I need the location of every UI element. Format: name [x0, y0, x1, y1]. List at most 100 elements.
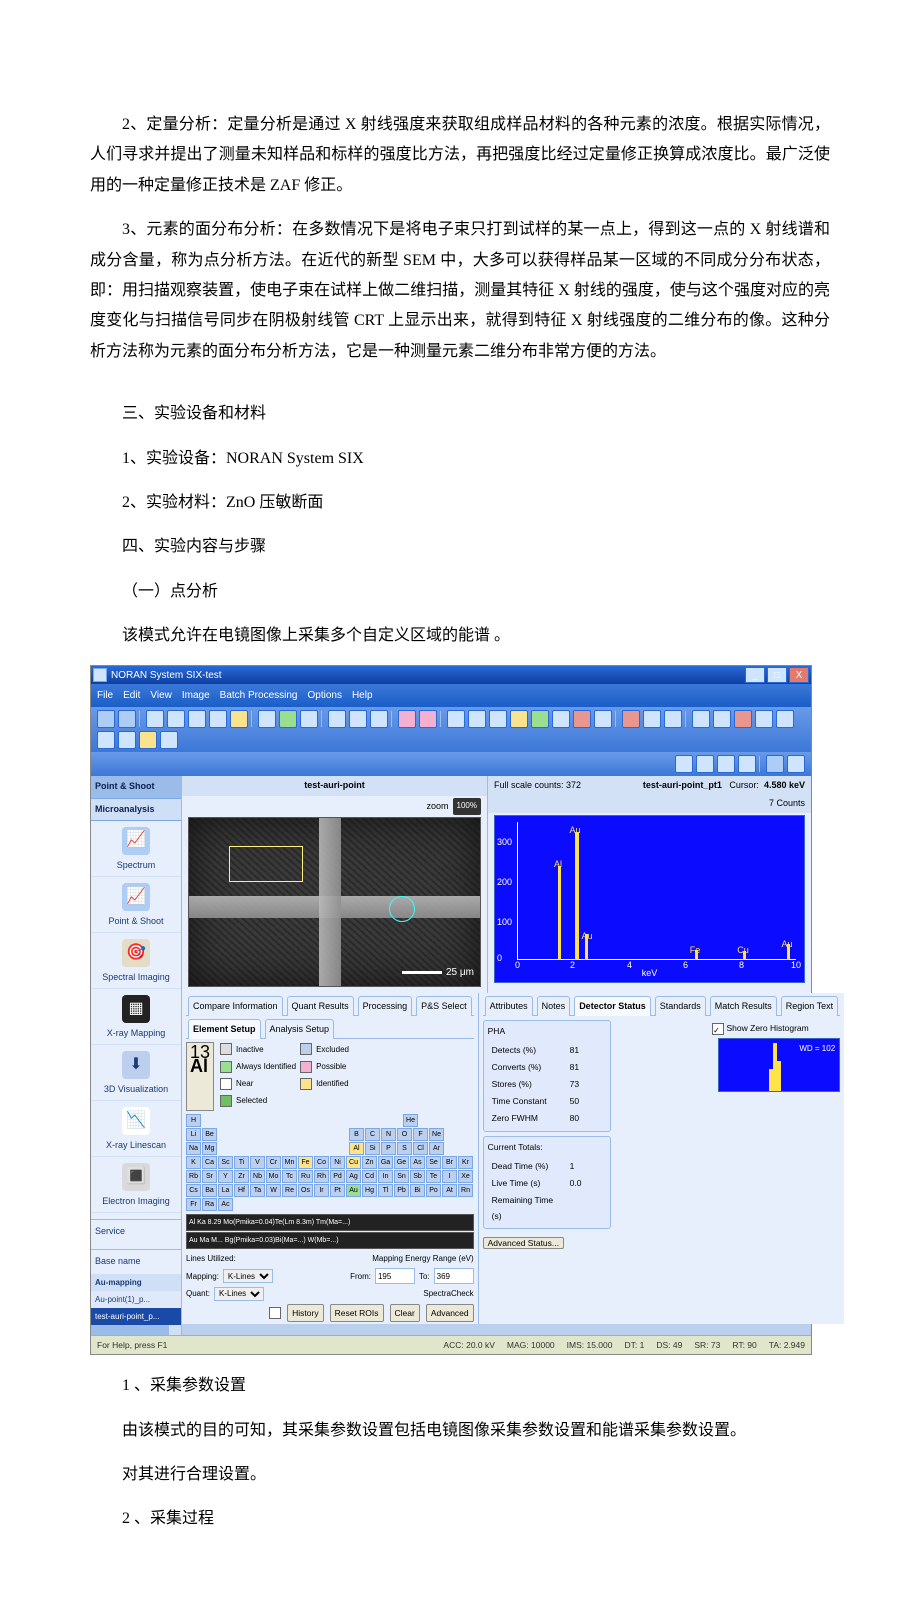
arrow-right-icon[interactable] — [776, 710, 794, 728]
sidebar-item-spectral-imaging[interactable]: 🎯 Spectral Imaging — [91, 933, 181, 989]
tool-icon[interactable] — [594, 710, 612, 728]
mapping-select[interactable]: K-Lines — [223, 1269, 273, 1283]
menu-edit[interactable]: Edit — [123, 686, 140, 705]
titlebar[interactable]: NORAN System SIX-test _ □ X — [91, 666, 811, 684]
tool-icon[interactable] — [300, 710, 318, 728]
minimize-button[interactable]: _ — [745, 667, 765, 683]
tab-notes[interactable]: Notes — [537, 996, 571, 1016]
zoom-fit-icon[interactable] — [675, 755, 693, 773]
tab-element-setup[interactable]: Element Setup — [188, 1019, 261, 1039]
sidebar-history-item[interactable]: Au-point(1)_p... — [91, 1291, 181, 1308]
tool-icon[interactable] — [118, 731, 136, 749]
tool-icon[interactable] — [468, 710, 486, 728]
quant-select[interactable]: K-Lines — [214, 1287, 264, 1301]
tool-icon[interactable] — [258, 710, 276, 728]
tool-icon[interactable] — [328, 710, 346, 728]
tool-icon[interactable] — [230, 710, 248, 728]
tool-icon[interactable] — [419, 710, 437, 728]
sidebar-tab-microanalysis[interactable]: Microanalysis — [91, 799, 181, 821]
sem-image[interactable]: 25 μm — [188, 817, 481, 987]
record-icon[interactable] — [573, 710, 591, 728]
tool-icon[interactable] — [489, 710, 507, 728]
tool-icon[interactable] — [643, 710, 661, 728]
zoom-1to1-icon[interactable] — [696, 755, 714, 773]
tool-icon[interactable] — [766, 755, 784, 773]
pointer-icon[interactable] — [447, 710, 465, 728]
circle-tool-icon[interactable] — [531, 710, 549, 728]
zoom-value[interactable]: 100% — [453, 798, 481, 815]
arrow-left-icon[interactable] — [713, 710, 731, 728]
tool-icon[interactable] — [398, 710, 416, 728]
sidebar-history-item[interactable]: test-auri-point_p... — [91, 1308, 181, 1325]
pha-chart[interactable]: WD = 102 — [718, 1038, 840, 1092]
tab-processing[interactable]: Processing — [358, 996, 413, 1016]
tool-icon[interactable] — [118, 710, 136, 728]
tool-icon[interactable] — [146, 710, 164, 728]
legend-excluded: Excluded — [316, 1042, 349, 1057]
tool-icon[interactable] — [370, 710, 388, 728]
sidebar-item-spectrum[interactable]: 📈 Spectrum — [91, 821, 181, 877]
close-button[interactable]: X — [789, 667, 809, 683]
scroll-right-icon[interactable] — [168, 1325, 181, 1335]
tool-icon[interactable] — [734, 710, 752, 728]
sidebar-item-point-shoot[interactable]: 📈 Point & Shoot — [91, 877, 181, 933]
menu-image[interactable]: Image — [182, 686, 210, 705]
delete-icon[interactable] — [692, 710, 710, 728]
tool-icon[interactable] — [139, 731, 157, 749]
roi-circle[interactable] — [389, 896, 415, 922]
sidebar-history-title[interactable]: Au-mapping — [91, 1274, 181, 1291]
tab-match-results[interactable]: Match Results — [710, 996, 777, 1016]
reset-rois-button[interactable]: Reset ROIs — [330, 1304, 384, 1322]
tool-icon[interactable] — [167, 710, 185, 728]
tool-icon[interactable] — [552, 710, 570, 728]
tool-icon[interactable] — [97, 731, 115, 749]
spectrum-chart[interactable]: 300 200 100 0 0 2 4 6 8 10 keV — [494, 815, 805, 983]
tab-region-text[interactable]: Region Text — [781, 996, 838, 1016]
zoom-in-icon[interactable] — [717, 755, 735, 773]
sidebar-tab-point-shoot[interactable]: Point & Shoot — [91, 776, 181, 798]
play-icon[interactable] — [279, 710, 297, 728]
tab-standards[interactable]: Standards — [655, 996, 706, 1016]
tab-attributes[interactable]: Attributes — [485, 996, 533, 1016]
show-zero-checkbox[interactable] — [712, 1023, 724, 1035]
sidebar: Point & Shoot Microanalysis 📈 Spectrum 📈… — [91, 776, 182, 1335]
from-input[interactable] — [375, 1268, 415, 1284]
menubar[interactable]: File Edit View Image Batch Processing Op… — [91, 684, 811, 707]
sidebar-item-xray-mapping[interactable]: ▦ X-ray Mapping — [91, 989, 181, 1045]
tool-icon[interactable] — [755, 710, 773, 728]
sidebar-service[interactable]: Service — [91, 1219, 181, 1243]
menu-options[interactable]: Options — [307, 686, 341, 705]
spectrum-panel: Full scale counts: 372 test-auri-point_p… — [488, 776, 811, 992]
menu-file[interactable]: File — [97, 686, 113, 705]
menu-help[interactable]: Help — [352, 686, 373, 705]
tool-icon[interactable] — [787, 755, 805, 773]
menu-view[interactable]: View — [150, 686, 172, 705]
tool-icon[interactable] — [209, 710, 227, 728]
tool-icon[interactable] — [664, 710, 682, 728]
advanced-button[interactable]: Advanced — [426, 1304, 474, 1322]
history-checkbox[interactable] — [269, 1307, 281, 1319]
periodic-table[interactable]: HHe LiBeBCNOFNe NaMgAlSiPSClAr KCaScTiVC… — [186, 1114, 474, 1211]
tool-icon[interactable] — [622, 710, 640, 728]
tool-icon[interactable] — [97, 710, 115, 728]
clear-button[interactable]: Clear — [390, 1304, 420, 1322]
tab-compare-info[interactable]: Compare Information — [188, 996, 283, 1016]
sidebar-item-3d-vis[interactable]: ⬇ 3D Visualization — [91, 1045, 181, 1101]
advanced-status-button[interactable]: Advanced Status... — [483, 1237, 564, 1249]
maximize-button[interactable]: □ — [767, 667, 787, 683]
tab-quant-results[interactable]: Quant Results — [287, 996, 354, 1016]
print-icon[interactable] — [188, 710, 206, 728]
roi-rect[interactable] — [229, 846, 303, 882]
tab-detector-status[interactable]: Detector Status — [574, 996, 651, 1016]
tool-icon[interactable] — [160, 731, 178, 749]
tool-icon[interactable] — [349, 710, 367, 728]
zoom-out-icon[interactable] — [738, 755, 756, 773]
sidebar-item-electron-imaging[interactable]: 🔳 Electron Imaging — [91, 1157, 181, 1213]
menu-batch[interactable]: Batch Processing — [220, 686, 298, 705]
tab-analysis-setup[interactable]: Analysis Setup — [265, 1019, 335, 1039]
tab-ps-select[interactable]: P&S Select — [416, 996, 472, 1016]
to-input[interactable] — [434, 1268, 474, 1284]
history-button[interactable]: History — [287, 1304, 323, 1322]
rect-tool-icon[interactable] — [510, 710, 528, 728]
sidebar-item-linescan[interactable]: 📉 X-ray Linescan — [91, 1101, 181, 1157]
